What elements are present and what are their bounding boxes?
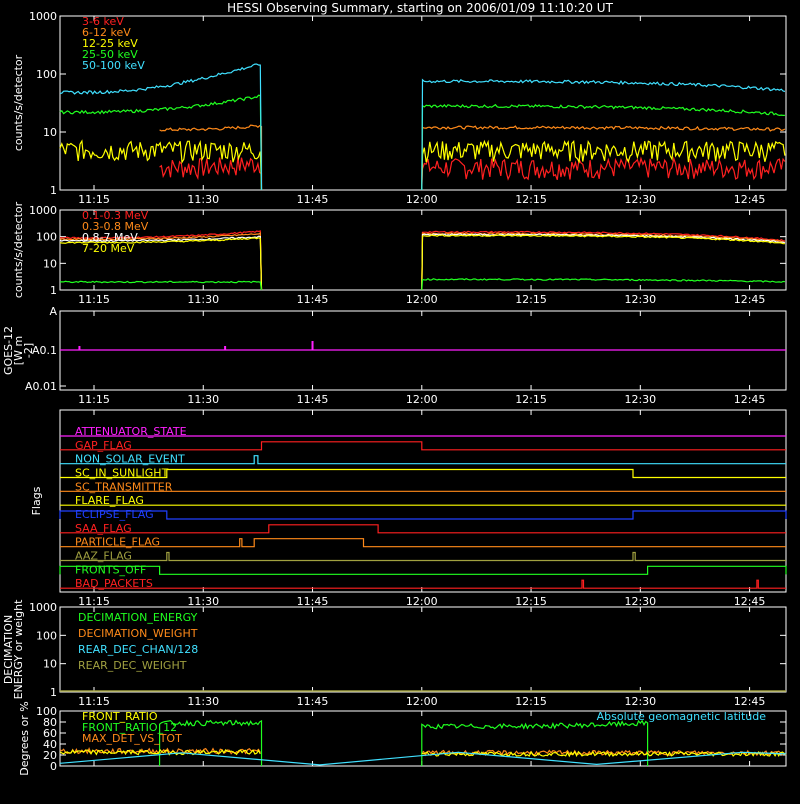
panel-hi-energy-ytick-label: 100 bbox=[36, 231, 57, 244]
panel-hi-energy-frame bbox=[59, 209, 787, 291]
panel-ratios-annotation: Absolute geomagnetic latitude bbox=[597, 710, 767, 723]
panel-decimation-ytick-label: 1000 bbox=[29, 601, 57, 614]
panel-flags-flag-line bbox=[59, 510, 787, 520]
panel-decimation-ytick-label: 1 bbox=[50, 686, 57, 699]
panel-goes-xtick-label: 11:30 bbox=[187, 393, 219, 406]
panel-lo-energy-ytick-label: 1 bbox=[50, 184, 57, 197]
panel-hi-energy-xtick-label: 11:30 bbox=[187, 293, 219, 306]
panel-lo-energy-ylabel: counts/s/detector bbox=[12, 54, 25, 151]
panel-lo-energy-xtick-label: 12:45 bbox=[734, 193, 766, 206]
panel-lo-energy-ytick-label: 100 bbox=[36, 68, 57, 81]
panel-hi-energy-xtick-label: 11:45 bbox=[297, 293, 329, 306]
panel-lo-energy-xtick-label: 11:15 bbox=[78, 193, 110, 206]
panel-lo-energy-series-line bbox=[421, 78, 786, 191]
panel-flags-xtick-label: 12:30 bbox=[624, 595, 656, 608]
panel-flags-flag-line bbox=[60, 538, 786, 548]
panel-ratios-ytick-label: 0 bbox=[50, 760, 57, 773]
panel-flags-ylabel: Flags bbox=[30, 486, 43, 515]
panel-hi-energy-legend-entry: 7-20 MeV bbox=[82, 242, 135, 255]
panel-goes-ytick-label: A bbox=[49, 305, 57, 318]
hessi-summary-chart: HESSI Observing Summary, starting on 200… bbox=[0, 0, 800, 800]
panel-lo-energy-xtick-label: 11:30 bbox=[187, 193, 219, 206]
panel-flags-flag-line bbox=[60, 441, 786, 451]
panel-lo-energy-series-line bbox=[421, 139, 786, 191]
chart-title: HESSI Observing Summary, starting on 200… bbox=[227, 1, 613, 15]
panel-decimation-legend-entry: DECIMATION_WEIGHT bbox=[78, 627, 198, 640]
panel-lo-energy-series-line bbox=[159, 124, 263, 190]
panel-hi-energy-xtick-label: 12:15 bbox=[515, 293, 547, 306]
panel-lo-energy-series-line bbox=[421, 156, 786, 191]
panel-hi-energy-ytick-label: 1000 bbox=[29, 204, 57, 217]
panel-goes-xtick-label: 11:45 bbox=[297, 393, 329, 406]
panel-hi-energy-xtick-label: 12:00 bbox=[406, 293, 438, 306]
panel-flags-flag-line bbox=[60, 524, 786, 534]
panel-decimation-ylabel: ENERGY or weight bbox=[12, 599, 25, 699]
panel-decimation-xtick-label: 12:30 bbox=[624, 695, 656, 708]
panel-goes-xtick-label: 12:45 bbox=[734, 393, 766, 406]
panel-ratios-legend-entry: MAX_DET_VS_TOT bbox=[82, 732, 182, 745]
panel-hi-energy-series-line bbox=[421, 234, 785, 291]
panel-hi-energy-ylabel: counts/s/detector bbox=[12, 201, 25, 298]
panel-decimation-legend-entry: REAR_DEC_CHAN/128 bbox=[78, 643, 198, 656]
panel-hi-energy-xtick-label: 11:15 bbox=[78, 293, 110, 306]
panel-decimation-legend-entry: REAR_DEC_WEIGHT bbox=[78, 659, 187, 672]
panel-decimation-xtick-label: 12:00 bbox=[406, 695, 438, 708]
panel-flags-flag-line bbox=[59, 565, 787, 575]
panel-flags-flag-label: ECLIPSE_FLAG bbox=[75, 508, 154, 521]
panel-decimation-ytick-label: 10 bbox=[43, 658, 57, 671]
panel-flags-flag-line bbox=[60, 551, 786, 562]
panel-lo-energy-xtick-label: 12:15 bbox=[515, 193, 547, 206]
panel-flags-xtick-label: 12:00 bbox=[406, 595, 438, 608]
panel-goes-ylabel: -2] bbox=[22, 343, 35, 358]
panel-lo-energy-ytick-label: 1000 bbox=[29, 10, 57, 23]
panel-decimation-xtick-label: 12:15 bbox=[515, 695, 547, 708]
panel-decimation-xtick-label: 11:45 bbox=[297, 695, 329, 708]
panel-lo-energy-legend-entry: 50-100 keV bbox=[82, 59, 145, 72]
panel-ratios-ylabel: Degrees or % bbox=[18, 701, 31, 775]
panel-hi-energy-xtick-label: 12:30 bbox=[624, 293, 656, 306]
panel-hi-energy-series-line bbox=[421, 277, 785, 291]
panel-lo-energy-ytick-label: 10 bbox=[43, 126, 57, 139]
panel-flags-flag-line bbox=[60, 468, 786, 479]
panel-lo-energy-frame bbox=[59, 15, 787, 191]
panel-goes-xtick-label: 11:15 bbox=[78, 393, 110, 406]
panel-lo-energy-xtick-label: 12:30 bbox=[624, 193, 656, 206]
panel-flags-flag-line bbox=[60, 579, 786, 589]
chart-canvas: HESSI Observing Summary, starting on 200… bbox=[2, 1, 787, 776]
panel-decimation-legend-entry: DECIMATION_ENERGY bbox=[78, 611, 198, 624]
panel-flags-xtick-label: 12:15 bbox=[515, 595, 547, 608]
panel-goes-ytick-label: A0.01 bbox=[25, 380, 57, 393]
panel-hi-energy-xtick-label: 12:45 bbox=[734, 293, 766, 306]
panel-lo-energy-series-line bbox=[159, 157, 263, 190]
panel-goes-xtick-label: 12:15 bbox=[515, 393, 547, 406]
panel-hi-energy-series-line bbox=[421, 232, 785, 291]
panel-lo-energy-xtick-label: 11:45 bbox=[297, 193, 329, 206]
panel-flags-xtick-label: 11:30 bbox=[187, 595, 219, 608]
panel-goes-xtick-label: 12:30 bbox=[624, 393, 656, 406]
panel-flags-flag-label: FRONTS_OFF bbox=[75, 563, 146, 576]
panel-goes-xtick-label: 12:00 bbox=[406, 393, 438, 406]
panel-decimation-ytick-label: 100 bbox=[36, 629, 57, 642]
panel-lo-energy-xtick-label: 12:00 bbox=[406, 193, 438, 206]
panel-hi-energy-series-line bbox=[60, 280, 263, 291]
panel-hi-energy-series-line bbox=[421, 233, 786, 291]
panel-decimation-xtick-label: 11:15 bbox=[78, 695, 110, 708]
panel-flags-xtick-label: 11:15 bbox=[78, 595, 110, 608]
panel-decimation-xtick-label: 12:45 bbox=[734, 695, 766, 708]
panel-hi-energy-ytick-label: 1 bbox=[50, 284, 57, 297]
panel-flags-xtick-label: 12:45 bbox=[734, 595, 766, 608]
panel-goes-ytick-label: A0.1 bbox=[32, 344, 57, 357]
panel-hi-energy-ytick-label: 10 bbox=[43, 257, 57, 270]
panel-decimation-xtick-label: 11:30 bbox=[187, 695, 219, 708]
panel-flags-xtick-label: 11:45 bbox=[297, 595, 329, 608]
